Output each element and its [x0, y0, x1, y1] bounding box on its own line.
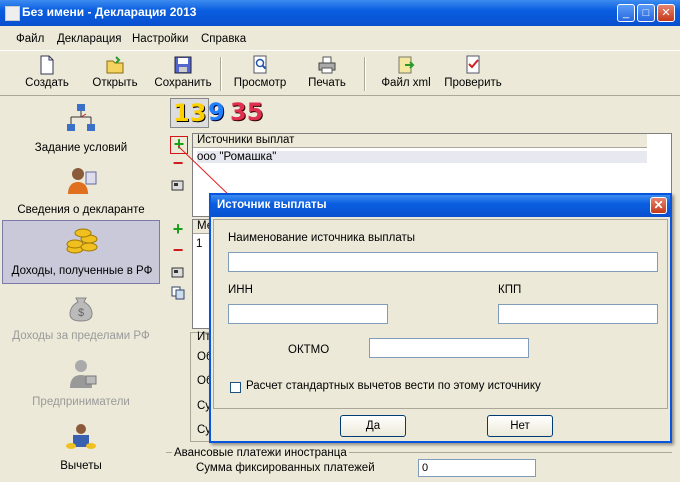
- deduction-icon: [66, 424, 96, 449]
- source-name-input[interactable]: [228, 252, 658, 272]
- check-button[interactable]: Проверить: [441, 55, 505, 89]
- app-icon: [5, 6, 20, 21]
- edit-month-button[interactable]: [170, 265, 186, 281]
- create-button[interactable]: Создать: [22, 55, 72, 89]
- sidebar-item-deductions[interactable]: Вычеты: [2, 416, 160, 480]
- copy-month-button[interactable]: [170, 286, 186, 302]
- standard-deductions-label: Расчет стандартных вычетов вести по этом…: [246, 380, 541, 392]
- menu-help[interactable]: Справка: [201, 33, 246, 45]
- preview-label: Просмотр: [233, 77, 287, 89]
- oktmo-label: ОКТМО: [288, 344, 330, 356]
- toolbar-separator: [364, 57, 366, 91]
- dialog-title: Источник выплаты: [217, 199, 327, 211]
- fixed-payments-input[interactable]: 0: [418, 459, 536, 477]
- sidebar-item-income-abroad[interactable]: $ Доходы за пределами РФ: [2, 286, 160, 350]
- open-label: Открыть: [92, 77, 138, 89]
- window-title: Без имени - Декларация 2013: [22, 5, 197, 19]
- advance-header: Авансовые платежи иностранца: [172, 447, 349, 459]
- menu-settings[interactable]: Настройки: [132, 33, 188, 45]
- toolbar-separator: [220, 57, 222, 91]
- no-button[interactable]: Нет: [487, 415, 553, 437]
- sidebar: Задание условий Сведения о декларанте До…: [2, 96, 160, 482]
- open-folder-icon: [106, 56, 124, 74]
- printer-icon: [318, 56, 336, 74]
- remove-month-button[interactable]: −: [170, 241, 186, 259]
- tab-rate-13[interactable]: 13: [170, 98, 210, 128]
- yes-button[interactable]: Да: [340, 415, 406, 437]
- check-label: Проверить: [444, 77, 502, 89]
- coins-icon: [66, 228, 98, 254]
- magnifier-page-icon: [253, 55, 267, 74]
- add-month-button[interactable]: +: [170, 220, 186, 238]
- source-name-label: Наименование источника выплаты: [228, 232, 415, 244]
- inn-input[interactable]: [228, 304, 388, 324]
- sidebar-item-label: Задание условий: [34, 142, 128, 154]
- sidebar-item-declarant[interactable]: Сведения о декларанте: [2, 160, 160, 224]
- toolbar: Создать Открыть Сохранить Просмотр Печат…: [0, 50, 680, 96]
- dialog-close-button[interactable]: ✕: [650, 197, 667, 214]
- standard-deductions-checkbox[interactable]: [230, 382, 241, 393]
- businessman-icon: [70, 360, 97, 388]
- dialog-body: Наименование источника выплаты ИНН КПП О…: [213, 219, 668, 409]
- sidebar-item-income-rf[interactable]: Доходы, полученные в РФ: [2, 220, 160, 284]
- kpp-label: КПП: [498, 284, 522, 296]
- sidebar-item-conditions[interactable]: Задание условий: [2, 98, 160, 162]
- copy-icon: [171, 286, 185, 300]
- person-card-icon: [68, 168, 97, 194]
- dialog-title-bar[interactable]: Источник выплаты ✕: [211, 195, 670, 217]
- title-bar[interactable]: Без имени - Декларация 2013 _ □ ✕: [0, 0, 680, 26]
- preview-button[interactable]: Просмотр: [230, 55, 290, 89]
- tab-rate-35[interactable]: 35: [230, 98, 263, 126]
- inn-label: ИНН: [228, 284, 253, 296]
- sidebar-item-label: Вычеты: [60, 460, 102, 472]
- maximize-button[interactable]: □: [637, 4, 655, 22]
- checklist-icon: [466, 55, 480, 74]
- main-window: Без имени - Декларация 2013 _ □ ✕ Файл Д…: [0, 0, 680, 482]
- minimize-button[interactable]: _: [617, 4, 635, 22]
- tab-rate-9[interactable]: 9: [208, 98, 225, 126]
- menu-bar: Файл Декларация Настройки Справка: [0, 30, 680, 48]
- sidebar-item-label: Сведения о декларанте: [17, 204, 145, 216]
- xml-file-button[interactable]: Файл xml: [380, 55, 432, 89]
- menu-file[interactable]: Файл: [16, 33, 44, 45]
- xml-export-icon: [398, 56, 415, 74]
- sidebar-item-label: Доходы за пределами РФ: [12, 330, 150, 342]
- sidebar-item-label: Доходы, полученные в РФ: [11, 265, 153, 277]
- new-document-icon: [40, 55, 54, 75]
- edit-card-icon: [171, 267, 184, 278]
- create-label: Создать: [25, 77, 69, 89]
- fixed-payments-label: Сумма фиксированных платежей: [196, 462, 375, 474]
- close-button[interactable]: ✕: [657, 4, 675, 22]
- oktmo-input[interactable]: [369, 338, 529, 358]
- svg-text:$: $: [78, 307, 84, 319]
- floppy-disk-icon: [174, 56, 192, 74]
- money-bag-icon: $: [69, 297, 93, 322]
- sidebar-item-entrepreneurs[interactable]: Предприниматели: [2, 352, 160, 416]
- print-label: Печать: [308, 77, 346, 89]
- save-button[interactable]: Сохранить: [153, 55, 213, 89]
- print-button[interactable]: Печать: [302, 55, 352, 89]
- save-label: Сохранить: [154, 77, 212, 89]
- sources-grid-header: Источники выплат: [193, 134, 647, 148]
- table-row[interactable]: ооо "Ромашка": [197, 151, 647, 163]
- advance-payments-group: Авансовые платежи иностранца Сумма фикси…: [166, 447, 672, 482]
- sidebar-item-label: Предприниматели: [32, 396, 130, 408]
- menu-declaration[interactable]: Декларация: [57, 33, 121, 45]
- open-button[interactable]: Открыть: [90, 55, 140, 89]
- hierarchy-icon: [67, 104, 95, 131]
- kpp-input[interactable]: [498, 304, 658, 324]
- table-row[interactable]: 1: [196, 238, 202, 250]
- xml-file-label: Файл xml: [381, 77, 431, 89]
- payment-source-dialog: Источник выплаты ✕ Наименование источник…: [209, 193, 672, 443]
